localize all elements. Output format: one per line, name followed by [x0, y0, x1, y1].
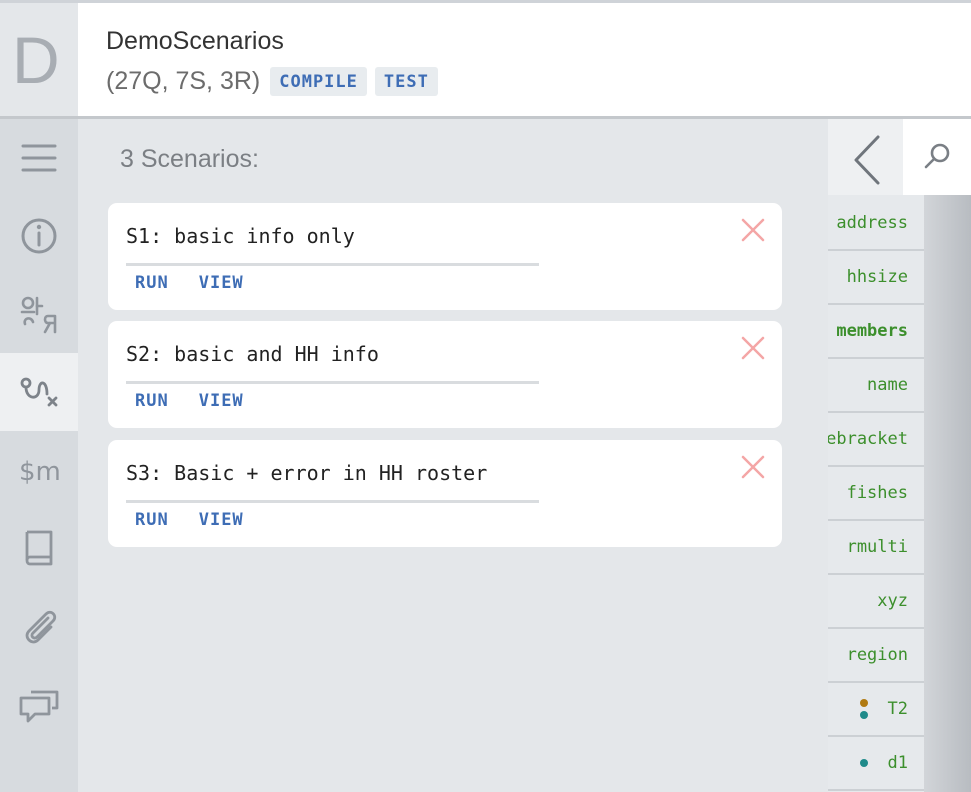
variable-label: fishes	[846, 483, 908, 503]
status-dot	[860, 759, 868, 767]
variable-label: address	[836, 213, 908, 233]
app-counts: (27Q, 7S, 3R)	[106, 67, 261, 95]
rail-scenarios[interactable]	[0, 353, 78, 431]
translate-icon	[20, 296, 57, 334]
divider	[126, 381, 539, 384]
scenario-title: S3: Basic + error in HH roster	[126, 461, 488, 485]
variable-label: rmulti	[846, 537, 908, 557]
variable-item[interactable]: rmulti	[828, 521, 924, 575]
test-button[interactable]: TEST	[374, 67, 438, 96]
status-dots	[860, 699, 868, 719]
run-button[interactable]: RUN	[135, 391, 169, 411]
info-icon	[21, 218, 57, 254]
rail-translate[interactable]	[0, 275, 78, 353]
status-dot	[860, 711, 868, 719]
app-subline: (27Q, 7S, 3R) COMPILE TEST	[106, 67, 438, 96]
close-icon[interactable]	[740, 335, 766, 361]
variables-list: address hhsize members name agebracket fishes…	[828, 195, 924, 792]
run-button[interactable]: RUN	[135, 510, 169, 530]
app-title: DemoScenarios	[106, 27, 284, 55]
variable-label: region	[846, 645, 908, 665]
variables-panel: address hhsize members name agebracket fishes…	[828, 119, 971, 792]
scenario-actions: RUN VIEW	[135, 273, 244, 293]
variable-item[interactable]: fishes	[828, 467, 924, 521]
scenario-card: S2: basic and HH info RUN VIEW	[108, 321, 782, 428]
variable-item[interactable]: address	[828, 197, 924, 251]
variable-label: xyz	[877, 591, 908, 611]
variable-label: T2	[887, 699, 908, 719]
svg-text:$m: $m	[19, 457, 61, 487]
left-rail: $m	[0, 119, 78, 792]
header: D DemoScenarios (27Q, 7S, 3R) COMPILE TE…	[0, 3, 971, 119]
variable-label: hhsize	[846, 267, 908, 287]
variable-label: agebracket	[828, 429, 908, 449]
variable-label: name	[867, 375, 908, 395]
search-icon	[924, 143, 950, 169]
variable-item[interactable]: members	[828, 305, 924, 359]
variables-panel-header	[828, 119, 971, 195]
scenarios-icon	[20, 377, 58, 407]
variables-search-button[interactable]	[903, 119, 971, 195]
scenario-actions: RUN VIEW	[135, 510, 244, 530]
divider	[126, 263, 539, 266]
variable-item[interactable]: agebracket	[828, 413, 924, 467]
chevron-left-icon[interactable]	[842, 129, 902, 191]
scenario-count: 3 Scenarios:	[120, 145, 259, 173]
run-button[interactable]: RUN	[135, 273, 169, 293]
rail-comments[interactable]	[0, 665, 78, 743]
scenarios-panel: 3 Scenarios: S1: basic info only RUN VIE…	[78, 119, 828, 792]
rail-documentation[interactable]	[0, 509, 78, 587]
scenario-actions: RUN VIEW	[135, 391, 244, 411]
comments-icon	[19, 690, 59, 723]
rail-macros[interactable]: $m	[0, 431, 78, 509]
status-dot	[860, 699, 868, 707]
variable-label: d1	[887, 753, 908, 773]
variable-label: members	[836, 321, 908, 341]
view-button[interactable]: VIEW	[199, 510, 244, 530]
close-icon[interactable]	[740, 454, 766, 480]
panel-scroll-area	[924, 195, 971, 792]
variable-item[interactable]: d1	[828, 737, 924, 791]
variable-item[interactable]: hhsize	[828, 251, 924, 305]
scenario-card: S1: basic info only RUN VIEW	[108, 203, 782, 310]
divider	[126, 500, 539, 503]
app-logo[interactable]: D	[0, 3, 78, 116]
close-icon[interactable]	[740, 217, 766, 243]
view-button[interactable]: VIEW	[199, 391, 244, 411]
rail-menu[interactable]	[0, 119, 78, 197]
compile-button[interactable]: COMPILE	[270, 67, 367, 96]
rail-attachments[interactable]	[0, 587, 78, 665]
view-button[interactable]: VIEW	[199, 273, 244, 293]
rail-info[interactable]	[0, 197, 78, 275]
scenario-title: S1: basic info only	[126, 224, 355, 248]
variable-item[interactable]: T2	[828, 683, 924, 737]
scenario-title: S2: basic and HH info	[126, 342, 379, 366]
status-dots	[860, 759, 868, 767]
variable-item[interactable]: name	[828, 359, 924, 413]
scenario-card: S3: Basic + error in HH roster RUN VIEW	[108, 440, 782, 547]
variable-item[interactable]: region	[828, 629, 924, 683]
book-icon	[25, 530, 53, 566]
attachment-icon	[25, 610, 57, 644]
variable-item[interactable]: xyz	[828, 575, 924, 629]
macros-icon: $m	[19, 457, 61, 487]
menu-icon	[21, 144, 57, 172]
logo-letter: D	[12, 23, 60, 97]
